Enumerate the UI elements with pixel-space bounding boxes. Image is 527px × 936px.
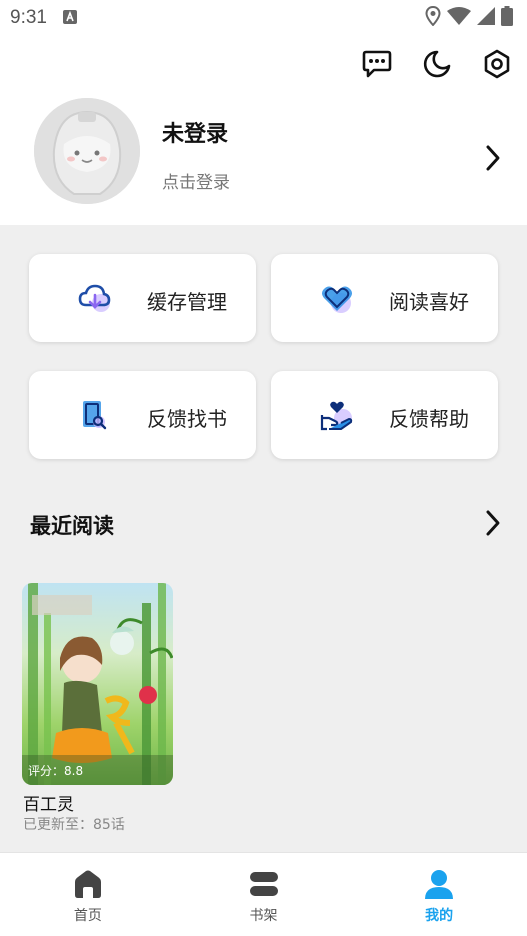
message-icon[interactable] — [361, 48, 393, 80]
cloud-download-icon — [77, 281, 113, 317]
user-icon — [423, 869, 455, 903]
status-time: 9:31 — [10, 7, 47, 28]
card-label: 反馈帮助 — [389, 407, 469, 431]
card-label: 反馈找书 — [147, 407, 227, 431]
bookshelf-icon — [248, 869, 280, 903]
profile-section: 未登录 点击登录 — [0, 36, 527, 225]
heart-hand-icon — [319, 398, 355, 434]
search-book-icon — [77, 398, 113, 434]
header-actions — [361, 48, 513, 80]
book-cover[interactable]: 评分：8.8 — [22, 583, 173, 785]
reading-preference-card[interactable]: 阅读喜好 — [271, 254, 498, 342]
feedback-help-card[interactable]: 反馈帮助 — [271, 371, 498, 459]
login-prompt[interactable]: 点击登录 — [162, 168, 230, 193]
book-update-status: 已更新至：85话 — [23, 817, 125, 833]
chevron-right-icon[interactable] — [485, 144, 501, 176]
keyboard-notification-icon — [62, 9, 77, 28]
nav-label: 首页 — [73, 908, 102, 924]
feedback-find-book-card[interactable]: 反馈找书 — [29, 371, 256, 459]
nav-label: 我的 — [425, 908, 454, 924]
heart-icon — [319, 281, 355, 317]
book-rating: 评分：8.8 — [28, 764, 84, 778]
bottom-nav: 首页 书架 我的 — [0, 852, 527, 936]
location-icon — [425, 5, 441, 30]
avatar[interactable] — [34, 98, 140, 204]
nav-home[interactable]: 首页 — [0, 853, 176, 936]
status-bar: 9:31 — [0, 0, 527, 36]
home-icon — [72, 869, 104, 903]
book-title[interactable]: 百工灵 — [23, 790, 74, 815]
battery-icon — [501, 6, 513, 30]
profile-name[interactable]: 未登录 — [162, 116, 228, 148]
recent-reading-title: 最近阅读 — [30, 514, 114, 538]
nav-mine[interactable]: 我的 — [351, 853, 527, 936]
card-label: 缓存管理 — [147, 290, 227, 314]
chevron-right-icon[interactable] — [485, 509, 501, 541]
cellular-signal-icon — [477, 7, 495, 29]
card-label: 阅读喜好 — [389, 290, 469, 314]
nav-label: 书架 — [249, 908, 278, 924]
cache-management-card[interactable]: 缓存管理 — [29, 254, 256, 342]
moon-icon[interactable] — [421, 48, 453, 80]
wifi-icon — [447, 7, 471, 29]
nav-bookshelf[interactable]: 书架 — [176, 853, 352, 936]
settings-icon[interactable] — [481, 48, 513, 80]
